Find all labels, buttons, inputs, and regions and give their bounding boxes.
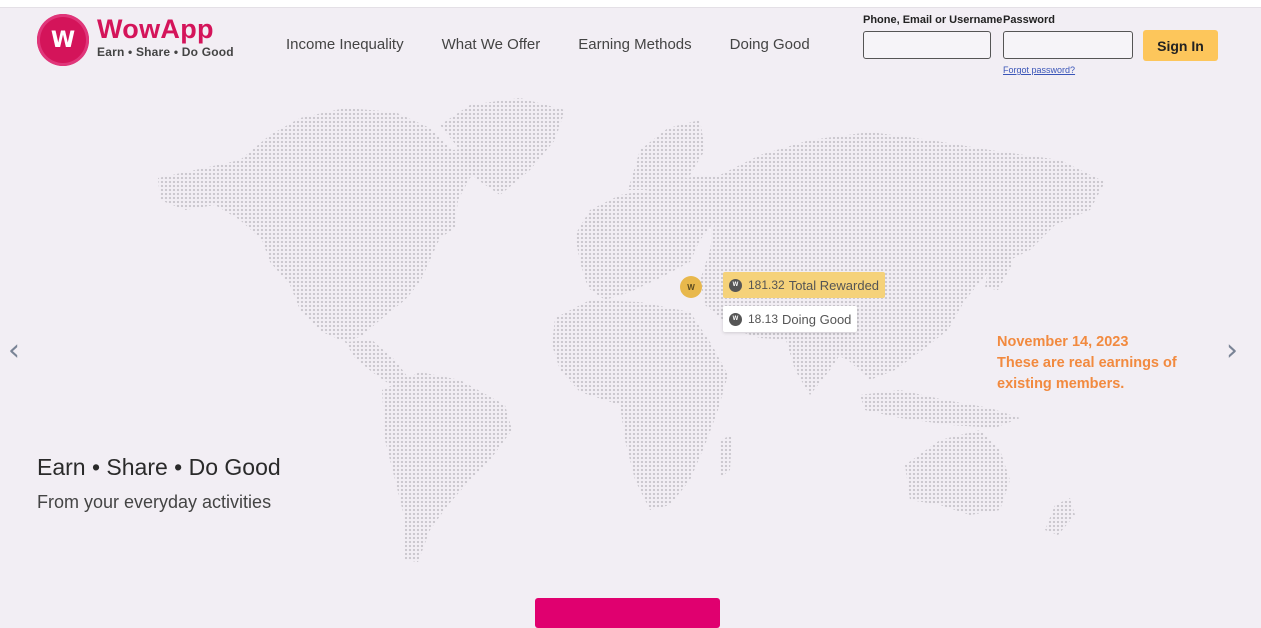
nav-earning-methods[interactable]: Earning Methods	[578, 36, 691, 53]
north-america-shape	[158, 108, 488, 342]
australia-shape	[905, 430, 1010, 515]
password-field-label: Password	[1003, 14, 1055, 26]
logo-text: WowApp Earn • Share • Do Good	[97, 14, 234, 59]
doing-good-value: 18.13	[748, 312, 779, 326]
notice-line-2: existing members.	[997, 376, 1125, 392]
nav-income-inequality[interactable]: Income Inequality	[286, 36, 404, 53]
sign-in-button[interactable]: Sign In	[1143, 30, 1218, 61]
indonesia-shape	[860, 390, 1020, 428]
main-nav: Income Inequality What We Offer Earning …	[286, 36, 848, 53]
map-location-marker: W	[680, 276, 702, 298]
world-map	[158, 98, 1105, 562]
south-america-shape	[382, 372, 512, 562]
wowapp-coin-icon: W	[729, 278, 742, 292]
earnings-notice: November 14, 2023 These are real earning…	[997, 332, 1177, 395]
notice-date: November 14, 2023	[997, 334, 1129, 350]
hero-subtitle: From your everyday activities	[37, 492, 272, 512]
nav-what-we-offer[interactable]: What We Offer	[442, 36, 541, 53]
cta-button[interactable]	[535, 598, 720, 628]
madagascar-shape	[720, 435, 732, 478]
doing-good-label: Doing Good	[782, 311, 852, 327]
password-input[interactable]	[1003, 31, 1133, 59]
username-input[interactable]	[863, 31, 991, 59]
new-zealand-shape	[1045, 498, 1075, 535]
continents	[158, 98, 1105, 562]
brand-name: WowApp	[97, 14, 214, 44]
brand-tagline: Earn • Share • Do Good	[97, 45, 234, 59]
total-rewarded-badge: W 181.32 Total Rewarded	[723, 272, 886, 298]
africa-shape	[552, 300, 728, 510]
central-america-shape	[345, 340, 410, 388]
nav-doing-good[interactable]: Doing Good	[730, 36, 810, 53]
logo[interactable]: W WowApp Earn • Share • Do Good	[37, 14, 234, 66]
total-rewarded-label: Total Rewarded	[788, 277, 880, 293]
wowapp-logo-icon: W	[37, 14, 89, 66]
doing-good-badge: W 18.13 Doing Good	[723, 306, 858, 332]
carousel-prev-chevron-left-icon[interactable]: ‹	[8, 336, 20, 366]
total-rewarded-value: 181.32	[748, 278, 785, 292]
forgot-password-link[interactable]: Forgot password?	[1003, 65, 1075, 75]
user-field-label: Phone, Email or Username	[863, 14, 1003, 26]
notice-line-1: These are real earnings of	[997, 355, 1177, 371]
carousel-next-chevron-right-icon[interactable]: ›	[1226, 336, 1238, 366]
logo-mark-letter: W	[50, 27, 76, 53]
wowapp-coin-icon: W	[729, 312, 742, 326]
marker-letter: W	[687, 282, 695, 292]
hero-title: Earn • Share • Do Good	[37, 454, 281, 480]
